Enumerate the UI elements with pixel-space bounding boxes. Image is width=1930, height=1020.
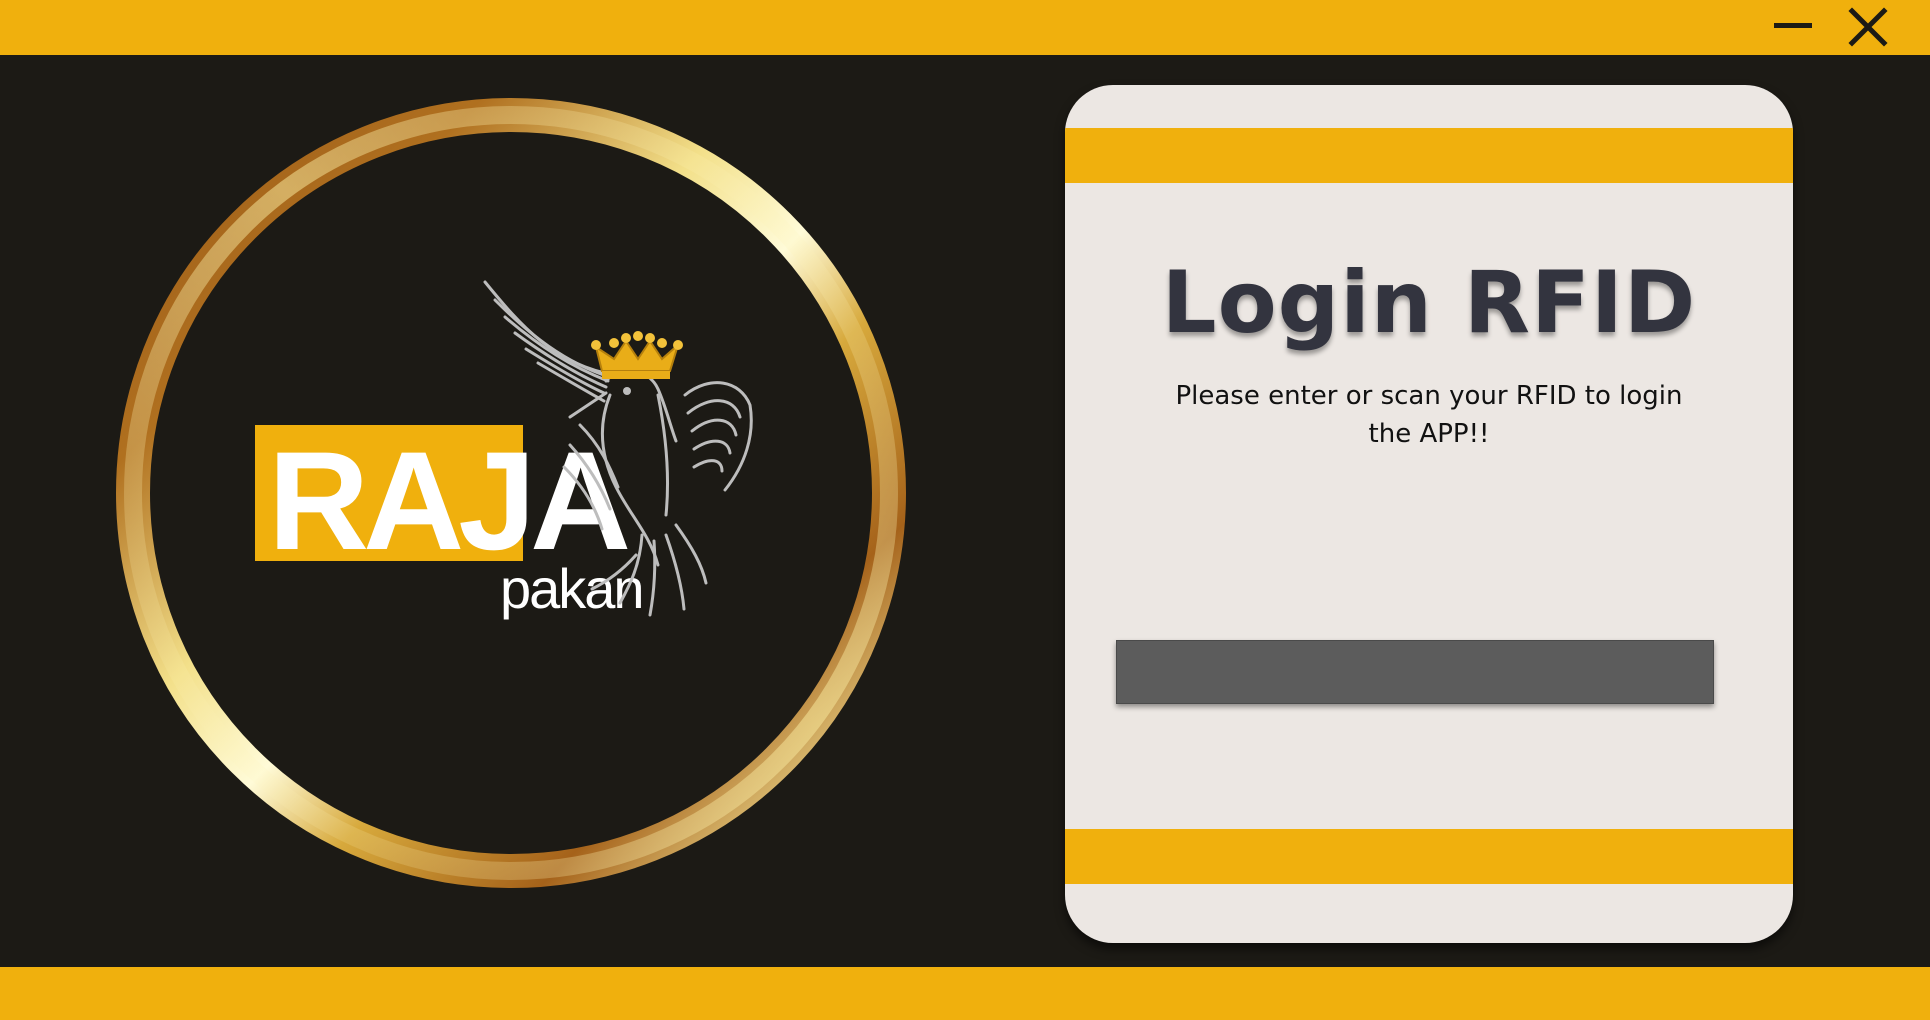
brand-tagline: pakan — [500, 557, 643, 620]
bottom-bar — [0, 967, 1930, 1020]
card-bottom-band — [1065, 829, 1793, 884]
minimize-button[interactable] — [1771, 6, 1815, 50]
title-bar — [0, 0, 1930, 55]
login-card: Login RFID Please enter or scan your RFI… — [1065, 85, 1793, 943]
rfid-input[interactable] — [1116, 640, 1714, 704]
brand-logo: RAJA pakan — [110, 95, 910, 895]
login-subtitle: Please enter or scan your RFID to login … — [1175, 381, 1683, 449]
close-icon — [1848, 7, 1888, 47]
crown-icon — [591, 331, 683, 379]
login-title: Login RFID — [1161, 253, 1697, 353]
minimize-icon — [1774, 23, 1812, 28]
brand-name: RAJA — [268, 422, 628, 579]
card-top-band — [1065, 128, 1793, 183]
close-button[interactable] — [1846, 6, 1890, 50]
